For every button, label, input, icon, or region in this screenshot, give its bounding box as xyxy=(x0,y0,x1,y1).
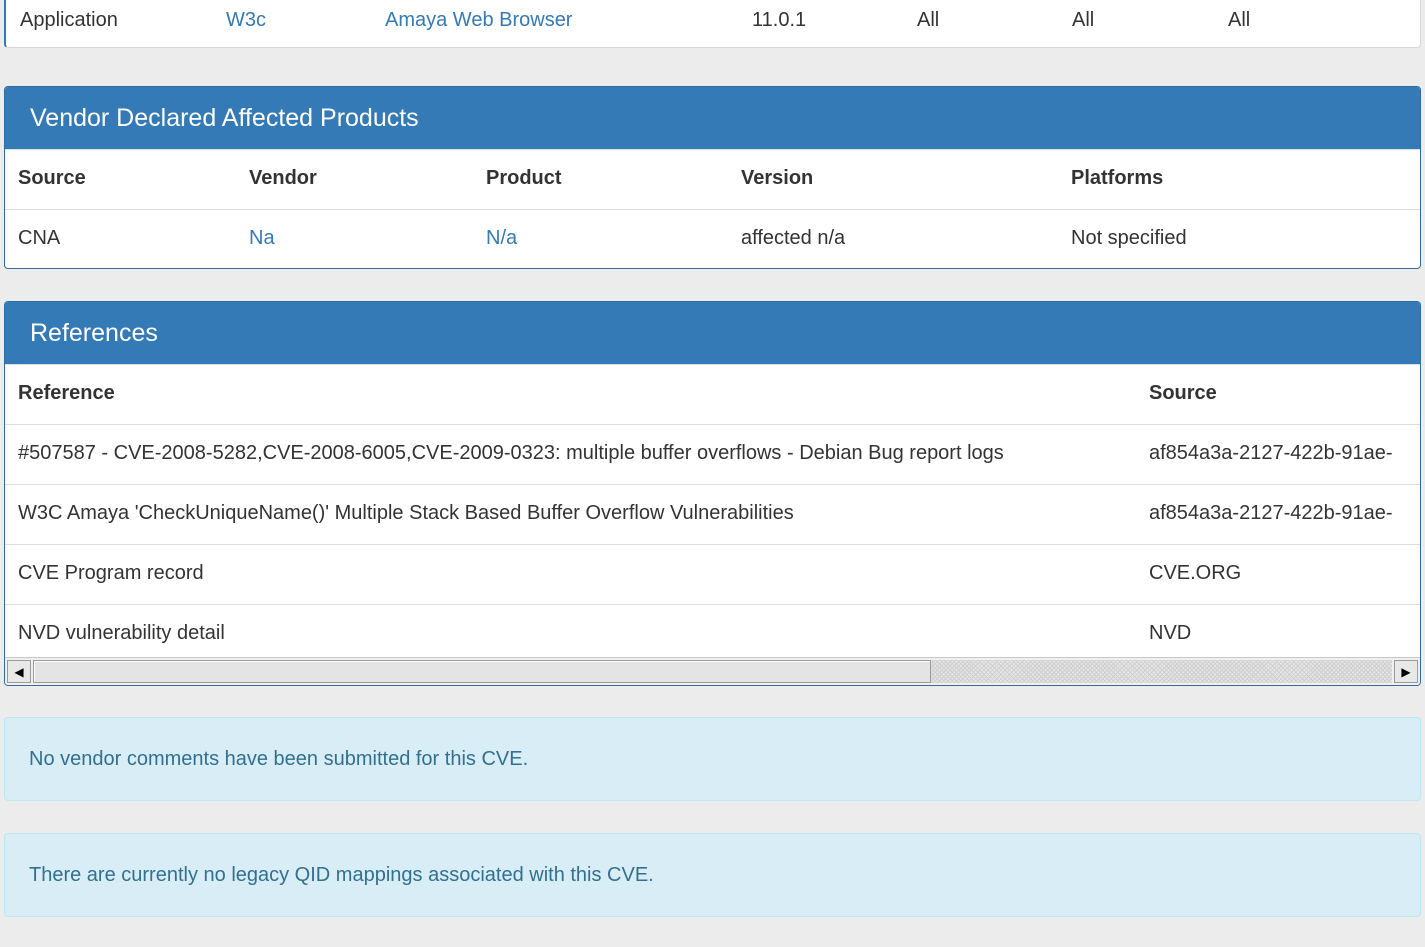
reference-text[interactable]: #507587 - CVE-2008-5282,CVE-2008-6005,CV… xyxy=(18,442,1004,465)
table-row[interactable]: W3C Amaya 'CheckUniqueName()' Multiple S… xyxy=(5,484,1420,544)
header-version: Version xyxy=(741,167,814,189)
row-vendor-link[interactable]: Na xyxy=(249,227,275,250)
table-row[interactable]: #507587 - CVE-2008-5282,CVE-2008-6005,CV… xyxy=(5,424,1420,484)
reference-source: CVE.ORG xyxy=(1149,562,1242,584)
horizontal-scrollbar[interactable]: ◀ ▶ xyxy=(5,657,1420,685)
header-source: Source xyxy=(18,167,86,189)
vendor-comments-alert: No vendor comments have been submitted f… xyxy=(4,717,1421,801)
affected-configurations-panel: Application W3c Amaya Web Browser 11.0.1… xyxy=(4,0,1421,48)
scrollbar-thumb[interactable] xyxy=(33,660,931,683)
table-row[interactable]: NVD vulnerability detail NVD xyxy=(5,604,1420,664)
reference-source: NVD xyxy=(1149,622,1192,644)
references-panel: References Reference Source #507587 - CV… xyxy=(4,301,1421,686)
config-edition: All xyxy=(1072,9,1095,31)
references-title: References xyxy=(5,302,1420,364)
header-platforms: Platforms xyxy=(1071,167,1164,189)
config-type: Application xyxy=(20,9,118,31)
qid-mappings-alert: There are currently no legacy QID mappin… xyxy=(4,833,1421,917)
vendor-declared-title: Vendor Declared Affected Products xyxy=(5,87,1420,149)
config-update: All xyxy=(917,9,940,31)
row-platforms: Not specified xyxy=(1071,227,1187,249)
header-vendor: Vendor xyxy=(249,167,317,189)
scroll-left-arrow-icon[interactable]: ◀ xyxy=(7,660,31,683)
row-source: CNA xyxy=(18,227,61,249)
header-ref-source: Source xyxy=(1149,382,1217,404)
reference-source: af854a3a-2127-422b-91ae- xyxy=(1149,502,1393,524)
scroll-right-arrow-icon[interactable]: ▶ xyxy=(1394,660,1418,683)
reference-text[interactable]: CVE Program record xyxy=(18,562,204,585)
header-product: Product xyxy=(486,167,562,189)
reference-source: af854a3a-2127-422b-91ae- xyxy=(1149,442,1393,464)
references-header-row: Reference Source xyxy=(5,364,1420,424)
config-product-link[interactable]: Amaya Web Browser xyxy=(385,9,572,32)
table-row: CNA Na N/a affected n/a Not specified xyxy=(5,209,1420,268)
table-row[interactable]: CVE Program record CVE.ORG xyxy=(5,544,1420,604)
vendor-declared-header-row: Source Vendor Product Version Platforms xyxy=(5,149,1420,209)
config-version: 11.0.1 xyxy=(752,9,807,31)
reference-text[interactable]: NVD vulnerability detail xyxy=(18,622,225,645)
config-vendor-link[interactable]: W3c xyxy=(226,9,266,32)
reference-text[interactable]: W3C Amaya 'CheckUniqueName()' Multiple S… xyxy=(18,502,794,525)
vendor-declared-panel: Vendor Declared Affected Products Source… xyxy=(4,86,1421,269)
row-product-link[interactable]: N/a xyxy=(486,227,517,250)
header-reference: Reference xyxy=(18,382,115,404)
config-language: All xyxy=(1228,9,1251,31)
row-version: affected n/a xyxy=(741,227,846,249)
